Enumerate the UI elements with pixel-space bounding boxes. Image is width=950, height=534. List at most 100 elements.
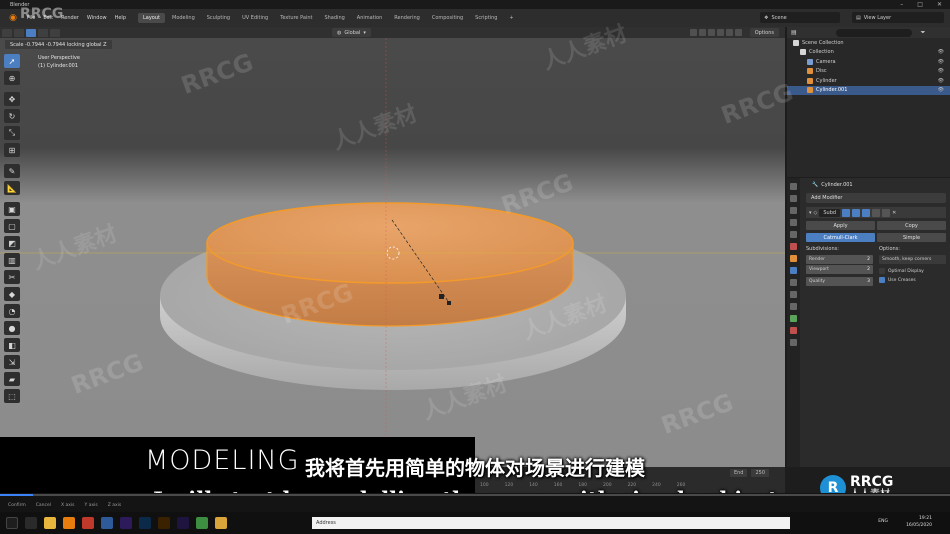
edit-mode-toggle-icon[interactable] (842, 208, 851, 217)
media-icon[interactable] (82, 517, 94, 529)
texture-tab-icon[interactable] (790, 339, 797, 346)
loop-cut-tool-icon[interactable]: ▥ (4, 253, 20, 267)
tab-shading[interactable]: Shading (319, 13, 349, 23)
photoshop-icon[interactable] (139, 517, 151, 529)
extrude-tool-icon[interactable]: ▣ (4, 202, 20, 216)
catmull-clark-button[interactable]: Catmull-Clark (806, 233, 875, 242)
optimal-display-checkbox[interactable]: Optimal Display (879, 268, 946, 274)
blender-app-icon[interactable] (63, 517, 75, 529)
wireframe-shading-icon[interactable] (708, 29, 715, 36)
overlay-icon[interactable] (690, 29, 697, 36)
outliner-item[interactable]: Collection 👁 (787, 48, 950, 58)
menu-window[interactable]: Window (87, 15, 107, 21)
tool-tab-icon[interactable] (790, 183, 797, 190)
cursor-tool-icon[interactable]: ⊕ (4, 71, 20, 85)
eye-icon[interactable]: 👁 (938, 59, 944, 65)
transform-tool-icon[interactable]: ⊞ (4, 143, 20, 157)
tab-modeling[interactable]: Modeling (167, 13, 200, 23)
knife-tool-icon[interactable]: ✂ (4, 270, 20, 284)
view-layer-tab-icon[interactable] (790, 219, 797, 226)
system-clock[interactable]: 19:21 16/05/2020 (906, 515, 932, 529)
spin-tool-icon[interactable]: ◔ (4, 304, 20, 318)
chrome-icon[interactable] (196, 517, 208, 529)
scale-tool-icon[interactable]: ⤡ (4, 126, 20, 140)
render-tab-icon[interactable] (790, 195, 797, 202)
mode-button[interactable] (14, 28, 24, 37)
physics-tab-icon[interactable] (790, 291, 797, 298)
rip-tool-icon[interactable]: ⬚ (4, 389, 20, 403)
xray-icon[interactable] (699, 29, 706, 36)
particles-tab-icon[interactable] (790, 279, 797, 286)
viewport-levels-field[interactable]: Viewport 2 (806, 265, 873, 274)
chevron-down-icon[interactable]: ▾ (809, 210, 812, 216)
search-icon[interactable] (25, 517, 37, 529)
copy-button[interactable]: Copy (877, 221, 946, 230)
blender-logo-icon[interactable]: ◉ (5, 12, 21, 24)
3d-viewport[interactable]: Scale -0.7944 -0.7944 locking global Z U… (0, 38, 785, 493)
outliner-item[interactable]: Scene Collection (787, 38, 950, 48)
eye-icon[interactable]: 👁 (938, 68, 944, 74)
eye-icon[interactable]: 👁 (938, 87, 944, 93)
outliner-editor-icon[interactable]: ▤ (791, 29, 797, 36)
tab-scripting[interactable]: Scripting (470, 13, 502, 23)
tab-uv-editing[interactable]: UV Editing (237, 13, 273, 23)
constraints-tab-icon[interactable] (790, 303, 797, 310)
shrink-fatten-tool-icon[interactable]: ⇲ (4, 355, 20, 369)
inset-tool-icon[interactable]: ▢ (4, 219, 20, 233)
data-tab-icon[interactable] (790, 315, 797, 322)
simple-button[interactable]: Simple (877, 233, 946, 242)
move-tool-icon[interactable]: ✥ (4, 92, 20, 106)
explorer-icon[interactable] (44, 517, 56, 529)
material-shading-icon[interactable] (726, 29, 733, 36)
quality-field[interactable]: Quality 3 (806, 277, 873, 286)
folder-icon[interactable] (215, 517, 227, 529)
illustrator-icon[interactable] (158, 517, 170, 529)
after-effects-icon[interactable] (177, 517, 189, 529)
address-field[interactable]: Address (312, 517, 790, 529)
modifier-tab-icon[interactable] (790, 267, 797, 274)
eye-icon[interactable]: 👁 (938, 78, 944, 84)
filter-icon[interactable]: ⏷ (921, 29, 926, 37)
scene-tab-icon[interactable] (790, 231, 797, 238)
outliner-item[interactable]: Camera 👁 (787, 57, 950, 67)
video-progress-track[interactable] (0, 494, 950, 496)
select-mode-new-button[interactable] (26, 28, 36, 37)
apply-button[interactable]: Apply (806, 221, 875, 230)
smooth-tool-icon[interactable]: ● (4, 321, 20, 335)
language-indicator[interactable]: ENG (878, 519, 888, 524)
annotate-tool-icon[interactable]: ✎ (4, 164, 20, 178)
select-tool-icon[interactable]: ➚ (4, 54, 20, 68)
add-workspace-button[interactable]: + (504, 13, 518, 23)
bevel-tool-icon[interactable]: ◩ (4, 236, 20, 250)
tab-layout[interactable]: Layout (138, 13, 165, 23)
render-levels-field[interactable]: Render 2 (806, 255, 873, 264)
shear-tool-icon[interactable]: ▰ (4, 372, 20, 386)
add-modifier-button[interactable]: Add Modifier (806, 193, 946, 203)
menu-help[interactable]: Help (115, 15, 126, 21)
options-dropdown[interactable]: Options (749, 28, 779, 37)
outliner-item[interactable]: Cylinder 👁 (787, 76, 950, 86)
use-creases-checkbox[interactable]: Use Creases (879, 277, 946, 283)
maximize-icon[interactable]: □ (917, 1, 923, 8)
edge-slide-tool-icon[interactable]: ◧ (4, 338, 20, 352)
uv-smooth-dropdown[interactable]: Smooth, keep corners (879, 255, 946, 264)
poly-build-tool-icon[interactable]: ◆ (4, 287, 20, 301)
premiere-icon[interactable] (120, 517, 132, 529)
start-icon[interactable] (6, 517, 18, 529)
rendered-shading-icon[interactable] (735, 29, 742, 36)
transform-orientation-dropdown[interactable]: ◍ Global ▾ (332, 28, 371, 37)
tab-animation[interactable]: Animation (352, 13, 388, 23)
object-tab-icon[interactable] (790, 255, 797, 262)
tab-compositing[interactable]: Compositing (427, 13, 468, 23)
close-icon[interactable]: ✕ (937, 1, 942, 8)
editor-type-button[interactable] (2, 28, 12, 37)
render-toggle-icon[interactable] (862, 208, 871, 217)
tab-sculpting[interactable]: Sculpting (202, 13, 235, 23)
output-tab-icon[interactable] (790, 207, 797, 214)
solid-shading-icon[interactable] (717, 29, 724, 36)
material-tab-icon[interactable] (790, 327, 797, 334)
app-icon[interactable] (101, 517, 113, 529)
tab-texture-paint[interactable]: Texture Paint (275, 13, 317, 23)
outliner-search-input[interactable] (835, 28, 912, 37)
view-layer-selector[interactable]: ▤ View Layer (852, 12, 944, 23)
